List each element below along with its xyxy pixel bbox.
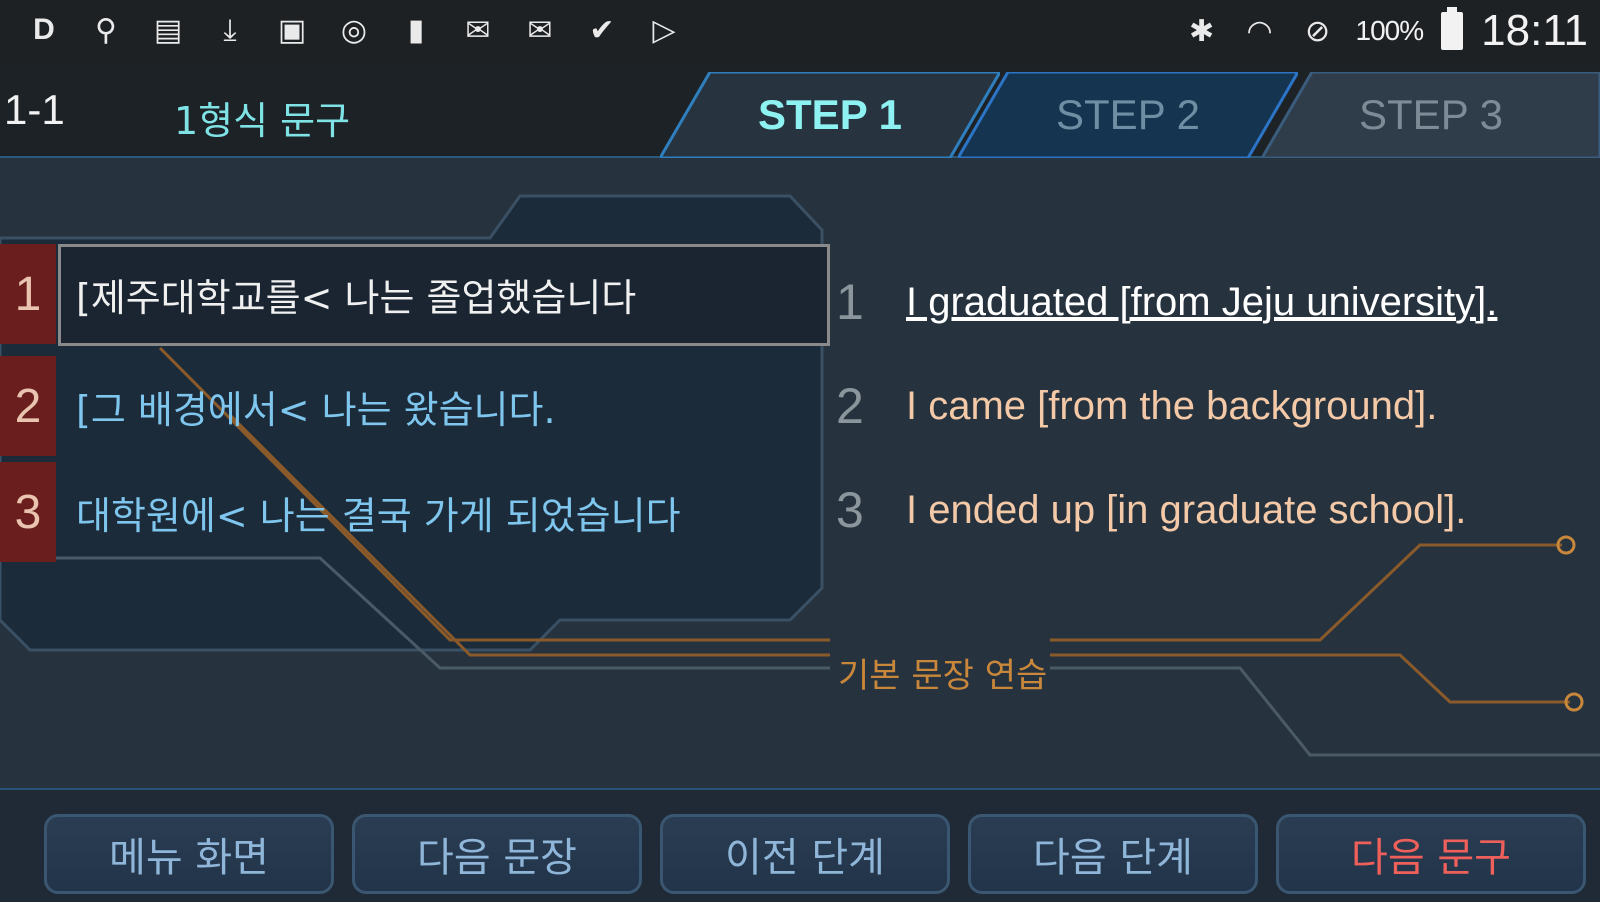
tab-step-1[interactable]: STEP 1 [660, 72, 1000, 158]
battery-percent: 100% [1355, 15, 1425, 46]
practice-mode-label: 기본 문장 연습 [838, 656, 1048, 696]
image-icon: ▣ [277, 12, 307, 48]
korean-sentence-text: [그 배경에서< 나는 왔습니다. [76, 387, 556, 432]
menu-button[interactable]: 메뉴 화면 [44, 814, 334, 894]
next-phrase-button[interactable]: 다음 문구 [1276, 814, 1586, 894]
english-sentence-text: I graduated [from Jeju university]. [906, 279, 1498, 324]
sync-icon: ◎ [340, 12, 368, 48]
sentence-number: 3 [0, 462, 56, 562]
d-app-icon: D [33, 13, 55, 46]
mail-icon: ✉ [465, 12, 491, 48]
lesson-number: 1-1 [4, 86, 65, 133]
tab-step-2-label: STEP 2 [1056, 91, 1200, 138]
mail-icon: ✉ [527, 12, 553, 48]
next-sentence-button[interactable]: 다음 문장 [352, 814, 642, 894]
sentence-number: 3 [836, 482, 864, 538]
status-bar: D ⚲ ▤ ⤓ ▣ ◎ ▮ ✉ ✉ ✔ ▷ ✱ ◠ ⊘ 100% 18:11 [0, 0, 1600, 64]
system-icons: ✱ ◠ ⊘ 100% 18:11 [1182, 6, 1588, 56]
english-sentence-text: I came [from the background]. [906, 383, 1438, 428]
check-icon: ✔ [589, 12, 615, 48]
english-sentence-row-2[interactable]: 2 I came [from the background]. [836, 366, 1437, 446]
sentence-number: 2 [836, 378, 864, 434]
sim-icon: ▤ [153, 12, 183, 48]
usb-icon: ⚲ [95, 12, 117, 48]
tab-step-3-label: STEP 3 [1359, 91, 1503, 138]
lesson-title: 1형식 문구 [174, 99, 351, 143]
sentence-number: 2 [0, 356, 56, 456]
next-step-button[interactable]: 다음 단계 [968, 814, 1258, 894]
korean-sentence-row-2[interactable]: 2 [그 배경에서< 나는 왔습니다. [0, 356, 820, 456]
battery-saver-icon: ▮ [407, 12, 425, 48]
english-sentence-row-3[interactable]: 3 I ended up [in graduate school]. [836, 470, 1466, 550]
tab-step-2[interactable]: STEP 2 [958, 72, 1298, 158]
tab-step-3[interactable]: STEP 3 [1262, 72, 1600, 158]
dnd-icon: ⊘ [1304, 13, 1331, 49]
battery-icon [1441, 7, 1464, 50]
clock: 18:11 [1481, 6, 1588, 55]
korean-sentence-text: 대학원에< 나는 결국 가게 되었습니다 [76, 493, 681, 538]
english-sentence-text: I ended up [in graduate school]. [906, 487, 1467, 532]
play-icon: ▷ [652, 12, 676, 48]
notification-icons: D ⚲ ▤ ⤓ ▣ ◎ ▮ ✉ ✉ ✔ ▷ [24, 10, 684, 50]
bluetooth-icon: ✱ [1188, 13, 1215, 49]
sentence-number: 1 [0, 244, 56, 344]
download-icon: ⤓ [223, 12, 237, 48]
english-sentence-row-1[interactable]: 1 I graduated [from Jeju university]. [836, 262, 1497, 342]
prev-step-button[interactable]: 이전 단계 [660, 814, 950, 894]
tab-step-1-label: STEP 1 [758, 91, 902, 138]
wifi-icon: ◠ [1246, 13, 1273, 49]
sentence-number: 1 [836, 274, 864, 330]
korean-sentence-row-3[interactable]: 3 대학원에< 나는 결국 가게 되었습니다 [0, 462, 820, 562]
korean-sentence-text: [제주대학교를< 나는 졸업했습니다 [76, 275, 637, 320]
korean-sentence-row-1[interactable]: 1 [제주대학교를< 나는 졸업했습니다 [0, 244, 830, 346]
